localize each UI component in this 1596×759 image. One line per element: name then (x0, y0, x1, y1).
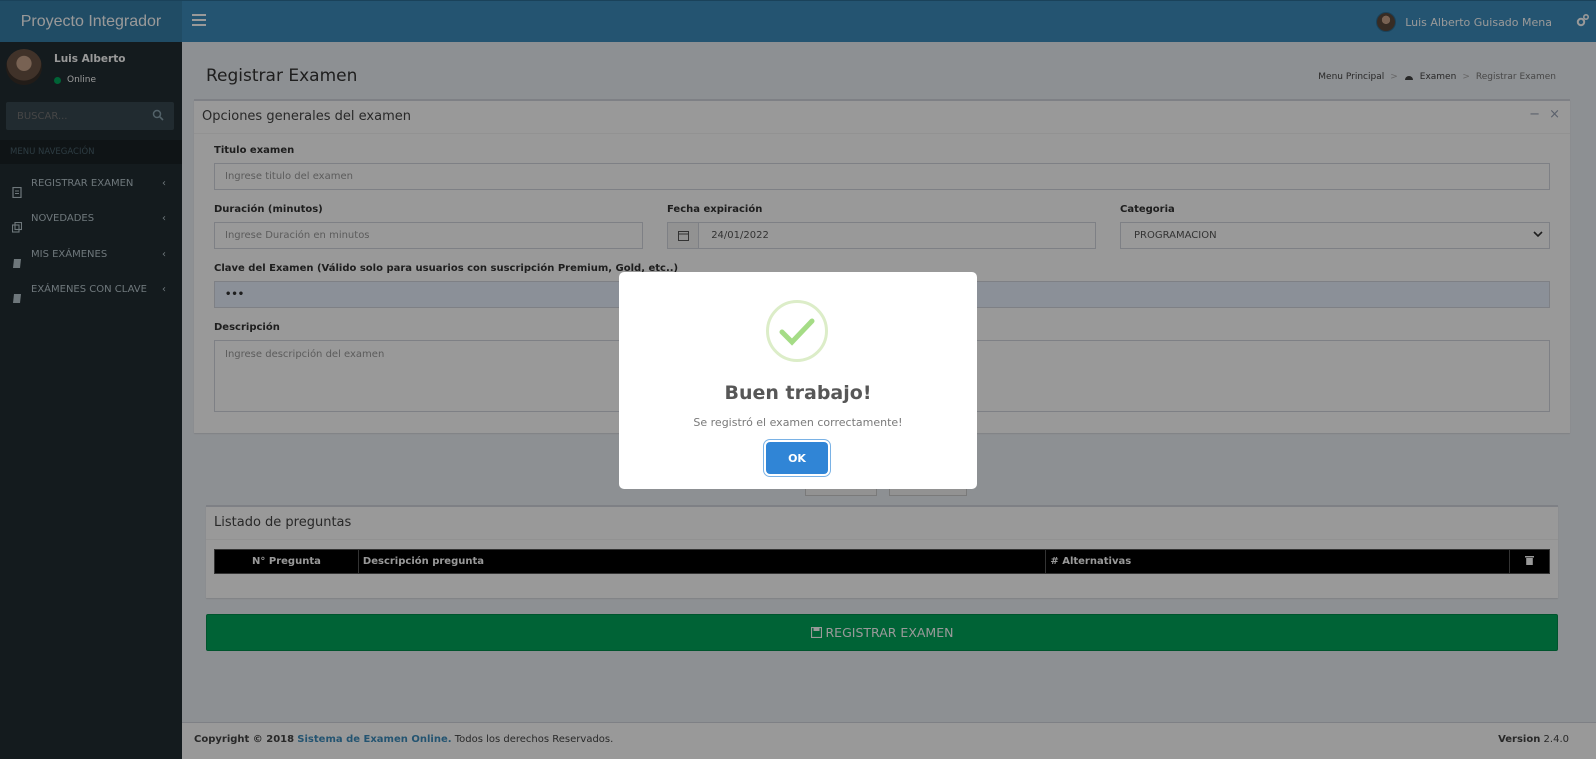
dialog-message: Se registró el examen correctamente! (693, 416, 903, 429)
ok-button[interactable]: OK (766, 442, 828, 474)
success-check-icon (766, 300, 828, 362)
success-dialog: Buen trabajo! Se registró el examen corr… (619, 272, 977, 489)
dialog-title: Buen trabajo! (724, 382, 872, 404)
